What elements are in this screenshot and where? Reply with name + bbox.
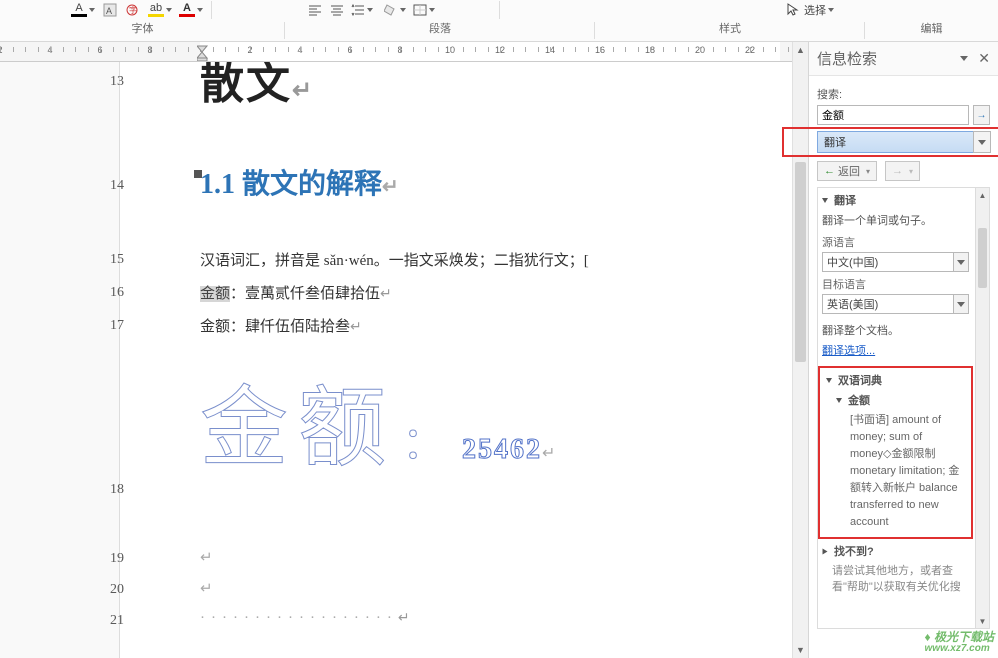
paragraph-mark: ↵ (200, 548, 213, 567)
line-number: 15 (110, 252, 130, 268)
enclose-char-icon[interactable]: 字 (123, 1, 141, 19)
dict-definition: [书面语] amount of money; sum of money◇金额限制… (850, 412, 965, 531)
select-icon[interactable] (784, 1, 802, 19)
source-language-select[interactable]: 中文(中国) (822, 252, 969, 272)
line-number: 20 (110, 582, 130, 598)
forward-button[interactable]: →▾ (885, 161, 920, 181)
line-number: 17 (110, 318, 130, 334)
scroll-up-icon[interactable]: ▲ (976, 188, 989, 202)
target-language-select[interactable]: 英语(美国) (822, 294, 969, 314)
dots-line: ··················↵ (200, 610, 410, 627)
line-number: 19 (110, 551, 130, 567)
group-editing: 编辑 (865, 20, 998, 41)
separator (499, 1, 500, 19)
select-label[interactable]: 选择 (804, 2, 826, 18)
document-vertical-scrollbar[interactable]: ▲ ▼ (792, 42, 808, 658)
line-number: 13 (110, 74, 130, 90)
highlight-icon[interactable]: ab (147, 1, 174, 19)
separator (211, 1, 212, 19)
scrollbar-thumb[interactable] (795, 162, 806, 362)
line-spacing-icon[interactable] (350, 1, 375, 19)
horizontal-ruler[interactable]: 8642246810121416182022242628 (0, 42, 808, 62)
search-go-button[interactable]: → (973, 105, 990, 125)
pane-menu-icon[interactable] (960, 56, 968, 61)
svg-text:A: A (106, 6, 112, 16)
selected-text[interactable]: 金额 (200, 286, 230, 302)
ribbon-icon-row: A A 字 ab A 选择 (0, 0, 998, 20)
body-text-with-selection: 金额：壹萬贰仟叁佰肆拾伍↵ (200, 282, 392, 303)
document-area[interactable]: 13 14 15 16 17 18 19 20 21 散文↵ 1.1 散文的解释… (0, 62, 792, 658)
group-paragraph: 段落 (285, 20, 595, 41)
page[interactable]: 13 14 15 16 17 18 19 20 21 散文↵ 1.1 散文的解释… (120, 62, 792, 658)
scroll-down-icon[interactable]: ▼ (976, 614, 989, 628)
group-font: 字体 (0, 20, 285, 41)
svg-text:字: 字 (129, 5, 137, 15)
scrollbar-thumb[interactable] (978, 228, 987, 288)
line-number: 21 (110, 613, 130, 629)
pane-header: 信息检索 ✕ (809, 42, 998, 76)
translate-doc-text: 翻译整个文档。 (822, 322, 969, 338)
body-text: 金额：肆仟伍佰陆拾叁↵ (200, 315, 362, 336)
results-scrollbar[interactable]: ▲ ▼ (975, 188, 989, 628)
research-pane: 信息检索 ✕ 搜索: → 翻译 ←返回▾ →▾ ▲ ▼ 翻译 (808, 42, 998, 658)
align-left-icon[interactable] (306, 1, 324, 19)
scroll-down-icon[interactable]: ▼ (793, 642, 808, 658)
scroll-up-icon[interactable]: ▲ (793, 42, 808, 58)
align-center-icon[interactable] (328, 1, 346, 19)
wordart-text[interactable]: 金额：25462↵ (200, 357, 565, 484)
pane-title: 信息检索 (817, 48, 960, 69)
service-selector[interactable]: 翻译 (817, 131, 990, 153)
indent-marker[interactable] (197, 42, 209, 62)
dict-entry-word: 金额 (836, 392, 965, 408)
heading-fragment: 散文↵ (200, 62, 314, 111)
char-shading-icon[interactable]: A (101, 1, 119, 19)
service-dropdown-icon[interactable] (973, 131, 991, 153)
search-input[interactable] (817, 105, 969, 125)
group-styles: 样式 (595, 20, 865, 41)
body-text: 汉语词汇，拼音是 sǎn·wén。一指文采焕发；二指犹行文；[ (200, 249, 589, 270)
ribbon-group-labels: 字体 段落 样式 编辑 (0, 20, 998, 42)
not-found-text: 请尝试其他地方，或者查看"帮助"以获取有关优化搜 (832, 562, 969, 594)
font-color-a-icon[interactable]: A (70, 1, 97, 19)
font-color-icon[interactable]: A (178, 1, 205, 19)
target-language-label: 目标语言 (822, 276, 969, 292)
search-label: 搜索: (817, 86, 990, 102)
borders-icon[interactable] (412, 1, 437, 19)
line-number: 14 (110, 178, 130, 194)
translate-description: 翻译一个单词或句子。 (822, 212, 969, 228)
results-panel: ▲ ▼ 翻译 翻译一个单词或句子。 源语言 中文(中国) 目标语言 英语(美国)… (817, 187, 990, 629)
line-number: 16 (110, 285, 130, 301)
close-icon[interactable]: ✕ (978, 50, 990, 67)
source-language-label: 源语言 (822, 234, 969, 250)
line-number: 18 (110, 482, 130, 498)
bilingual-dict-header[interactable]: 双语词典 (826, 372, 965, 388)
section-heading: 1.1 散文的解释↵ (200, 162, 399, 202)
paragraph-mark: ↵ (200, 579, 213, 598)
not-found-header[interactable]: 找不到? (822, 543, 969, 559)
shading-icon[interactable] (383, 1, 408, 19)
translation-options-link[interactable]: 翻译选项... (822, 342, 969, 358)
back-button[interactable]: ←返回▾ (817, 161, 877, 181)
translate-section-header[interactable]: 翻译 (822, 192, 969, 208)
